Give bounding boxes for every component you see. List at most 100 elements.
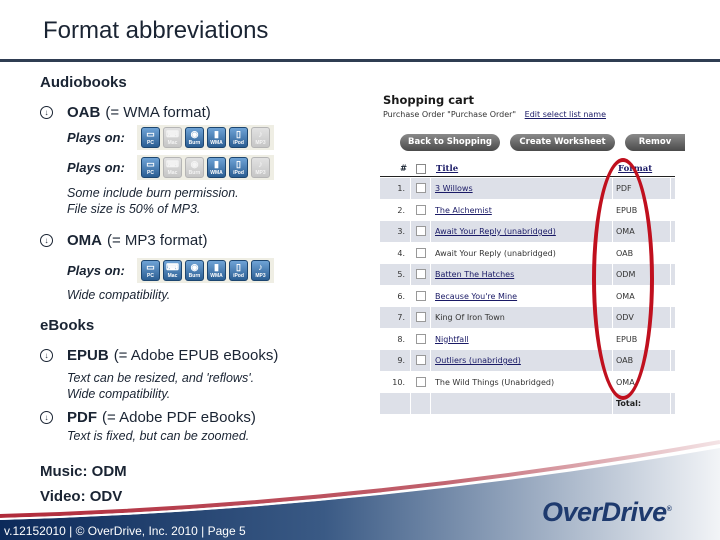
column-divider: [410, 242, 411, 263]
column-divider: [670, 264, 671, 285]
device-mp3: ♪ MP3: [251, 127, 270, 148]
mp3-player-icon: ♪: [258, 159, 263, 169]
purchase-order-label: Purchase Order "Purchase Order": [383, 110, 517, 119]
column-divider: [430, 264, 431, 285]
column-divider: [670, 350, 671, 371]
column-divider: [430, 307, 431, 328]
column-divider: [410, 199, 411, 220]
audiobooks-heading: Audiobooks: [40, 74, 127, 91]
wma-player-icon: ▮: [214, 159, 219, 169]
device-pc: ▭ PC: [141, 127, 160, 148]
device-mp3: ♪ MP3: [251, 260, 270, 281]
row-number: 7.: [397, 313, 405, 322]
create-worksheet-button[interactable]: Create Worksheet: [510, 134, 615, 151]
plays-on-label: Plays on:: [67, 130, 125, 145]
computer-icon: ▭: [146, 262, 155, 272]
column-divider: [430, 328, 431, 349]
column-divider: [410, 285, 411, 306]
device-mac: ⌨ Mac: [163, 260, 182, 281]
row-checkbox[interactable]: [416, 290, 426, 301]
burn-cd-icon: ◉: [190, 159, 199, 169]
epub-note-line-2: Wide compatibility.: [67, 387, 171, 401]
column-divider: [410, 393, 411, 414]
laptop-icon: ⌨: [166, 159, 179, 169]
row-title[interactable]: The Alchemist: [435, 206, 492, 215]
device-label: iPod: [233, 170, 244, 176]
device-label: Mac: [167, 273, 178, 279]
epub-desc: (= Adobe EPUB eBooks): [113, 347, 279, 364]
device-pc: ▭ PC: [141, 260, 160, 281]
registered-mark: ®: [666, 506, 672, 513]
column-divider: [430, 178, 431, 199]
row-checkbox[interactable]: [416, 312, 426, 322]
remove-button[interactable]: Remov: [625, 134, 685, 151]
back-to-shopping-button[interactable]: Back to Shopping: [400, 134, 500, 151]
header-title-sort[interactable]: Title: [436, 164, 458, 174]
row-title: The Wild Things (Unabridged): [435, 377, 555, 387]
footer-copyright: v.12152010 | © OverDrive, Inc. 2010 | Pa…: [4, 524, 246, 538]
device-label: Burn: [188, 140, 201, 146]
row-number: 5.: [397, 270, 405, 279]
column-divider: [410, 328, 411, 349]
device-label: iPod: [233, 140, 244, 146]
row-number: 9.: [397, 356, 405, 365]
oab-note-line-2: File size is 50% of MP3.: [67, 202, 201, 216]
row-checkbox[interactable]: [416, 376, 426, 387]
column-divider: [430, 285, 431, 306]
row-checkbox[interactable]: [416, 204, 426, 215]
row-number: 10.: [392, 377, 405, 387]
wma-player-icon: ▮: [214, 129, 219, 139]
burn-cd-icon: ◉: [190, 129, 199, 139]
device-strip: ▭ PC ⌨ Mac ◉ Burn ▮ WMA ▯ iPod ♪ MP3: [137, 258, 274, 283]
row-checkbox[interactable]: [416, 333, 426, 344]
row-checkbox[interactable]: [416, 247, 426, 258]
computer-icon: ▭: [146, 159, 155, 169]
device-pc: ▭ PC: [141, 157, 160, 178]
device-burn-to-cd: ◉ Burn: [185, 157, 204, 178]
row-title[interactable]: Batten The Hatches: [435, 270, 514, 279]
device-mac: ⌨ Mac: [163, 127, 182, 148]
mp3-player-icon: ♪: [258, 262, 263, 272]
column-divider: [670, 242, 671, 263]
overdrive-logo: OverDrive®: [542, 497, 672, 528]
row-checkbox[interactable]: [416, 269, 426, 279]
device-label: iPod: [233, 273, 244, 279]
oma-plays-on-row: Plays on: ▭ PC ⌨ Mac ◉ Burn ▮ WMA ▯ iPod ♪ MP3: [67, 258, 274, 283]
column-divider: [410, 350, 411, 371]
device-label: PC: [147, 140, 154, 146]
row-title[interactable]: 3 Willows: [435, 184, 473, 193]
row-checkbox[interactable]: [416, 226, 426, 236]
row-title[interactable]: Nightfall: [435, 335, 469, 344]
device-strip: ▭ PC ⌨ Mac ◉ Burn ▮ WMA ▯ iPod ♪ MP3: [137, 155, 274, 180]
column-divider: [670, 178, 671, 199]
row-title: King Of Iron Town: [435, 313, 505, 322]
row-number: 4.: [397, 248, 405, 258]
edit-list-name-link[interactable]: Edit select list name: [525, 110, 606, 119]
row-checkbox[interactable]: [416, 183, 426, 193]
oab-plays-on-row-2: Plays on: ▭ PC ⌨ Mac ◉ Burn ▮ WMA ▯ iPod ♪ MP3: [67, 155, 274, 180]
device-wma: ▮ WMA: [207, 157, 226, 178]
download-bullet-icon: ↓: [40, 234, 53, 247]
row-title[interactable]: Outliers (unabridged): [435, 356, 521, 365]
row-checkbox[interactable]: [416, 355, 426, 365]
title-divider: [0, 59, 720, 62]
computer-icon: ▭: [146, 129, 155, 139]
plays-on-label: Plays on:: [67, 160, 125, 175]
column-divider: [430, 371, 431, 392]
column-divider: [670, 199, 671, 220]
epub-bullet: ↓ EPUB (= Adobe EPUB eBooks): [40, 347, 278, 364]
row-title[interactable]: Await Your Reply (unabridged): [435, 227, 556, 236]
cart-total-row: Total:: [380, 393, 675, 415]
device-label: Mac: [167, 140, 178, 146]
row-number: 2.: [397, 205, 405, 215]
row-number: 1.: [397, 184, 405, 193]
select-all-checkbox[interactable]: [416, 164, 426, 174]
logo-text: OverDrive: [542, 497, 667, 527]
epub-note: Text can be resized, and 'reflows'. Wide…: [67, 370, 254, 402]
row-title[interactable]: Because You're Mine: [435, 292, 517, 301]
device-burn-to-cd: ◉ Burn: [185, 260, 204, 281]
column-divider: [670, 307, 671, 328]
oma-code: OMA: [67, 232, 102, 249]
total-label: Total:: [616, 399, 642, 408]
device-label: MP3: [255, 170, 266, 176]
